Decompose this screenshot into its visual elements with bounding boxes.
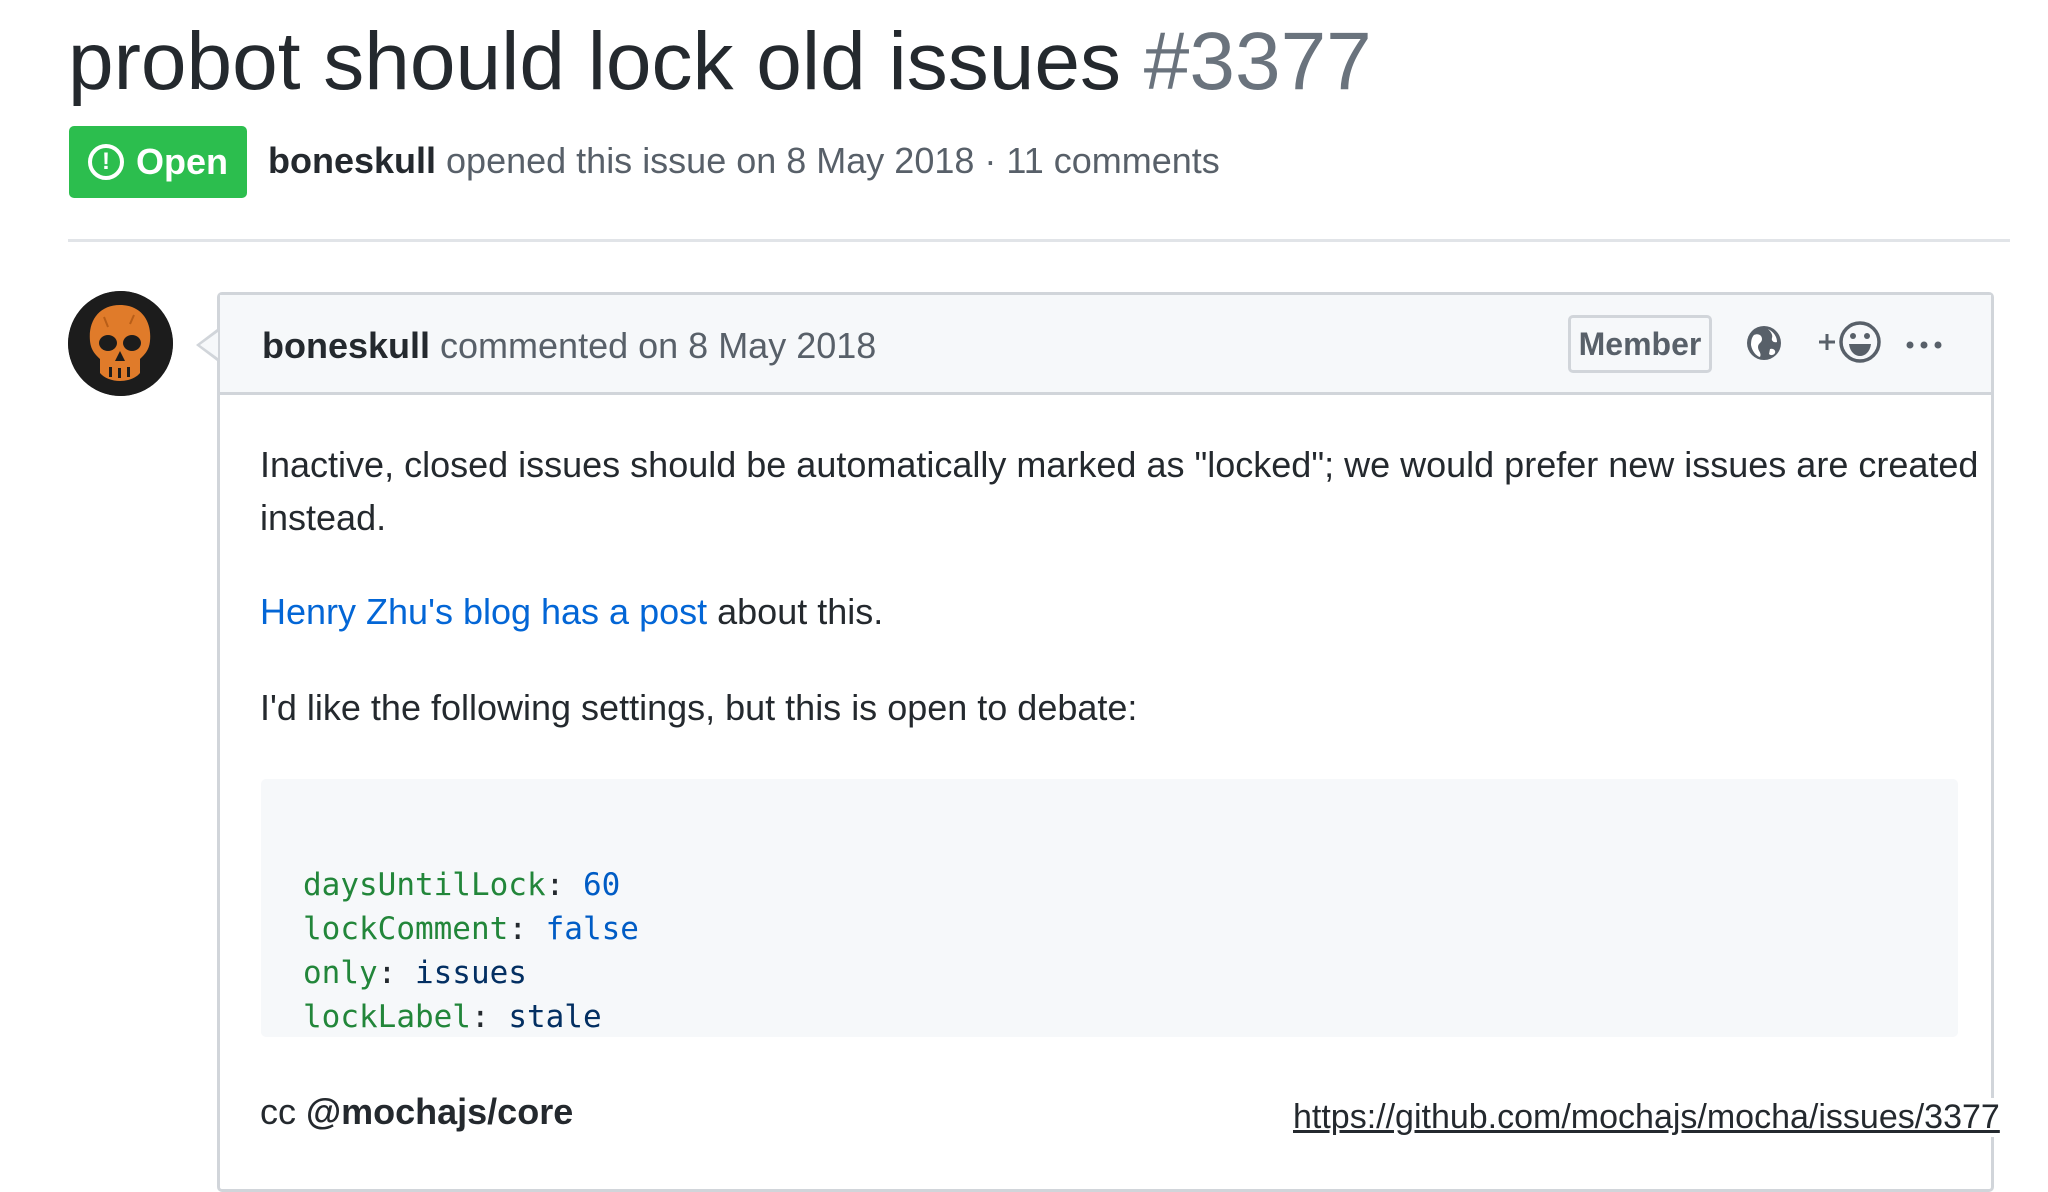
comment-pointer-fill bbox=[200, 332, 218, 358]
code-key: only bbox=[303, 955, 378, 991]
code-line: daysUntilLock: 60 bbox=[303, 867, 621, 903]
blog-post-link[interactable]: Henry Zhu's blog has a post bbox=[260, 591, 707, 632]
code-value: issues bbox=[414, 955, 527, 991]
comment-author-link[interactable]: boneskull bbox=[262, 325, 430, 366]
issue-opened-icon: ! bbox=[87, 144, 124, 180]
paragraph-line-1: Inactive, closed issues should be automa… bbox=[260, 444, 1979, 485]
issue-title-text: probot should lock old issues bbox=[68, 16, 1121, 107]
code-line: only: issues bbox=[303, 955, 527, 991]
comment-box: boneskull commented on 8 May 2018 Member… bbox=[217, 292, 1994, 1192]
globe-icon[interactable] bbox=[1744, 323, 1784, 363]
code-key: lockComment bbox=[303, 911, 509, 947]
code-value: false bbox=[545, 911, 639, 947]
code-key: lockLabel bbox=[303, 999, 471, 1035]
header-divider bbox=[68, 239, 2010, 242]
issue-meta: boneskull opened this issue on 8 May 201… bbox=[268, 140, 1220, 182]
paragraph-line-2: instead. bbox=[260, 497, 387, 538]
code-value: stale bbox=[508, 999, 602, 1035]
more-options-icon[interactable] bbox=[1904, 325, 1944, 365]
comment-paragraph-link: Henry Zhu's blog has a post about this. bbox=[260, 585, 883, 638]
status-label: Open bbox=[135, 141, 228, 182]
issue-number: #3377 bbox=[1143, 16, 1372, 107]
comment-meta: boneskull commented on 8 May 2018 bbox=[262, 325, 876, 367]
cc-line: cc @mochajs/core bbox=[260, 1085, 573, 1138]
code-line: lockComment: false bbox=[303, 911, 639, 947]
cc-prefix: cc bbox=[260, 1091, 307, 1132]
issue-author-link[interactable]: boneskull bbox=[268, 140, 436, 181]
source-url[interactable]: https://github.com/mochajs/mocha/issues/… bbox=[1293, 1098, 2000, 1137]
member-badge: Member bbox=[1568, 315, 1712, 373]
after-link-text: about this. bbox=[707, 591, 884, 632]
code-line: lockLabel: stale bbox=[303, 999, 602, 1035]
comment-date[interactable]: commented on 8 May 2018 bbox=[430, 325, 876, 366]
team-mention-link[interactable]: @mochajs/core bbox=[306, 1091, 573, 1132]
code-key: daysUntilLock bbox=[303, 867, 546, 903]
comment-paragraph: Inactive, closed issues should be automa… bbox=[260, 438, 1978, 544]
issue-meta-text: opened this issue on 8 May 2018 · 11 com… bbox=[436, 140, 1220, 181]
comment-paragraph-settings: I'd like the following settings, but thi… bbox=[260, 687, 1138, 728]
avatar[interactable] bbox=[68, 291, 173, 396]
add-reaction-icon[interactable] bbox=[1810, 319, 1884, 365]
issue-title: probot should lock old issues #3377 bbox=[68, 12, 1372, 112]
skull-avatar-icon bbox=[68, 291, 173, 396]
comment-header: boneskull commented on 8 May 2018 Member bbox=[220, 295, 1991, 395]
status-badge: ! Open bbox=[69, 126, 247, 198]
code-block: daysUntilLock: 60 lockComment: false onl… bbox=[261, 779, 1958, 1037]
code-lines: daysUntilLock: 60 lockComment: false onl… bbox=[303, 819, 639, 1083]
code-value: 60 bbox=[582, 867, 621, 903]
